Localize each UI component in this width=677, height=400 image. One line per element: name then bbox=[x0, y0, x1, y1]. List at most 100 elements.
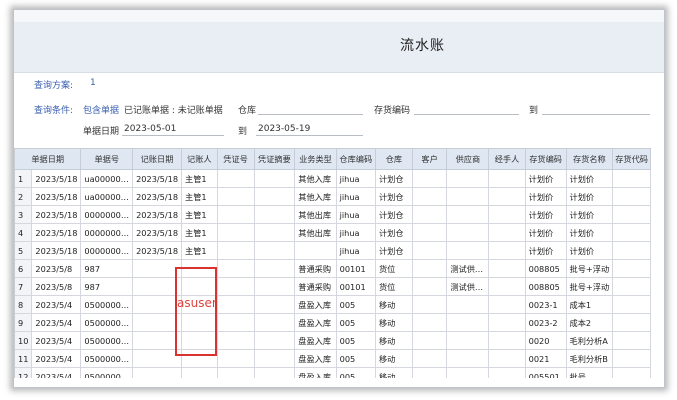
table-cell[interactable]: 987 bbox=[80, 259, 134, 278]
col-header[interactable]: 记账人 bbox=[181, 149, 218, 170]
table-cell[interactable]: 0021 bbox=[525, 349, 567, 368]
table-cell[interactable] bbox=[612, 259, 651, 278]
table-row[interactable]: 1 2023/5/18 ua00000… 2023/5/18 主管1 其他入库 jihua 计… bbox=[15, 169, 651, 188]
table-cell[interactable] bbox=[132, 367, 183, 378]
table-cell[interactable] bbox=[412, 331, 448, 350]
table-cell[interactable]: 2023/5/18 bbox=[132, 241, 183, 260]
table-cell[interactable]: 计划仓 bbox=[375, 169, 413, 188]
table-cell[interactable] bbox=[412, 259, 448, 278]
table-cell[interactable]: 计划价 bbox=[525, 241, 567, 260]
table-cell[interactable]: 普通采购 bbox=[294, 259, 337, 278]
col-header[interactable]: 供应商 bbox=[446, 149, 490, 170]
table-cell[interactable]: 008805 bbox=[525, 277, 567, 296]
table-cell[interactable] bbox=[612, 295, 651, 314]
table-cell[interactable]: 987 bbox=[80, 277, 134, 296]
table-cell[interactable] bbox=[488, 331, 526, 350]
table-row[interactable]: 6 2023/5/8 987 普通采购 00101 货位 测试供… 008805 批号+浮动 bbox=[15, 259, 651, 278]
table-cell[interactable]: 2023/5/4 bbox=[31, 367, 82, 378]
table-cell[interactable]: jihua bbox=[336, 169, 376, 188]
table-cell[interactable]: 主管1 bbox=[181, 187, 218, 206]
table-cell[interactable]: 0023-1 bbox=[525, 295, 567, 314]
col-header[interactable]: 单据日期 bbox=[15, 149, 82, 170]
table-cell[interactable] bbox=[412, 277, 448, 296]
table-cell[interactable] bbox=[488, 205, 526, 224]
table-cell[interactable]: 2023/5/4 bbox=[31, 313, 82, 332]
table-cell[interactable] bbox=[254, 331, 296, 350]
table-cell[interactable]: 005 bbox=[336, 295, 376, 314]
date-from-input[interactable]: 2023-05-01 bbox=[124, 124, 176, 134]
table-cell[interactable]: 2023/5/18 bbox=[31, 241, 82, 260]
table-cell[interactable]: 盘盈入库 bbox=[294, 367, 337, 378]
table-cell[interactable]: 移动 bbox=[375, 349, 413, 368]
table-cell[interactable]: 计划仓 bbox=[375, 187, 413, 206]
table-cell[interactable]: 计划价 bbox=[525, 169, 567, 188]
table-cell[interactable]: 0000000… bbox=[80, 241, 134, 260]
table-cell[interactable]: 00101 bbox=[336, 277, 376, 296]
table-cell[interactable]: ua00000… bbox=[80, 187, 134, 206]
table-cell[interactable] bbox=[412, 205, 448, 224]
table-row[interactable]: 11 2023/5/4 0500000… 盘盈入库 005 移动 0021 毛利分析B bbox=[15, 349, 651, 368]
table-cell[interactable] bbox=[446, 313, 490, 332]
table-cell[interactable] bbox=[254, 259, 296, 278]
table-cell[interactable] bbox=[412, 313, 448, 332]
table-cell[interactable]: 2023/5/18 bbox=[31, 223, 82, 242]
table-cell[interactable] bbox=[488, 169, 526, 188]
table-cell[interactable]: 批号+浮动 bbox=[566, 277, 614, 296]
warehouse-input[interactable] bbox=[258, 114, 363, 115]
table-cell[interactable] bbox=[446, 349, 490, 368]
table-cell[interactable]: 0500000… bbox=[80, 349, 134, 368]
table-cell[interactable] bbox=[254, 367, 296, 378]
table-cell[interactable]: 计划价 bbox=[566, 169, 614, 188]
table-cell[interactable]: 005 bbox=[336, 349, 376, 368]
table-cell[interactable]: 其他出库 bbox=[294, 205, 337, 224]
table-cell[interactable]: 测试供… bbox=[446, 277, 490, 296]
table-cell[interactable]: 0500000… bbox=[80, 313, 134, 332]
table-cell[interactable]: jihua bbox=[336, 241, 376, 260]
table-cell[interactable]: 2023/5/18 bbox=[31, 205, 82, 224]
table-cell[interactable]: 0500000… bbox=[80, 295, 134, 314]
table-cell[interactable] bbox=[412, 187, 448, 206]
table-cell[interactable]: 货位 bbox=[375, 259, 413, 278]
table-cell[interactable]: 主管1 bbox=[181, 223, 218, 242]
table-cell[interactable] bbox=[254, 277, 296, 296]
table-row[interactable]: 10 2023/5/4 0500000… 盘盈入库 005 移动 0020 毛利分析A bbox=[15, 331, 651, 350]
table-cell[interactable]: 移动 bbox=[375, 331, 413, 350]
table-cell[interactable]: 2023/5/18 bbox=[132, 205, 183, 224]
col-header[interactable]: 仓库编码 bbox=[336, 149, 376, 170]
table-cell[interactable]: 货位 bbox=[375, 277, 413, 296]
table-cell[interactable]: 批号 bbox=[566, 367, 614, 378]
table-cell[interactable]: 主管1 bbox=[181, 241, 218, 260]
table-cell[interactable]: 2023/5/18 bbox=[132, 169, 183, 188]
col-header[interactable]: 客户 bbox=[412, 149, 448, 170]
table-cell[interactable]: 2023/5/8 bbox=[31, 277, 82, 296]
table-cell[interactable]: jihua bbox=[336, 223, 376, 242]
table-cell[interactable] bbox=[446, 169, 490, 188]
table-cell[interactable]: 批号+浮动 bbox=[566, 259, 614, 278]
table-cell[interactable] bbox=[254, 349, 296, 368]
table-cell[interactable] bbox=[446, 241, 490, 260]
col-header[interactable]: 存货代码 bbox=[612, 149, 651, 170]
inventory-code-from-input[interactable] bbox=[414, 114, 519, 115]
table-cell[interactable] bbox=[217, 331, 255, 350]
table-cell[interactable] bbox=[412, 223, 448, 242]
table-cell[interactable]: 计划价 bbox=[566, 187, 614, 206]
table-cell[interactable] bbox=[254, 169, 296, 188]
table-cell[interactable] bbox=[254, 313, 296, 332]
posted-state-filter[interactable]: 已记账单据 : 未记账单据 bbox=[124, 103, 223, 116]
table-cell[interactable]: 2023/5/4 bbox=[31, 295, 82, 314]
table-cell[interactable]: 008805 bbox=[525, 259, 567, 278]
table-cell[interactable] bbox=[612, 277, 651, 296]
col-header[interactable]: 经手人 bbox=[488, 149, 526, 170]
table-row[interactable]: 12 2023/5/4 0500000… 盘盈入库 005 移动 005501 批号 bbox=[15, 367, 651, 378]
table-cell[interactable] bbox=[254, 205, 296, 224]
table-cell[interactable]: 0020 bbox=[525, 331, 567, 350]
table-row[interactable]: 5 2023/5/18 0000000… 2023/5/18 主管1 jihua 计划仓 计划… bbox=[15, 241, 651, 260]
table-cell[interactable] bbox=[488, 277, 526, 296]
table-cell[interactable] bbox=[488, 223, 526, 242]
table-cell[interactable] bbox=[217, 241, 255, 260]
table-cell[interactable] bbox=[612, 349, 651, 368]
table-cell[interactable] bbox=[488, 313, 526, 332]
table-cell[interactable]: 005 bbox=[336, 313, 376, 332]
table-cell[interactable] bbox=[254, 295, 296, 314]
table-cell[interactable]: 0023-2 bbox=[525, 313, 567, 332]
